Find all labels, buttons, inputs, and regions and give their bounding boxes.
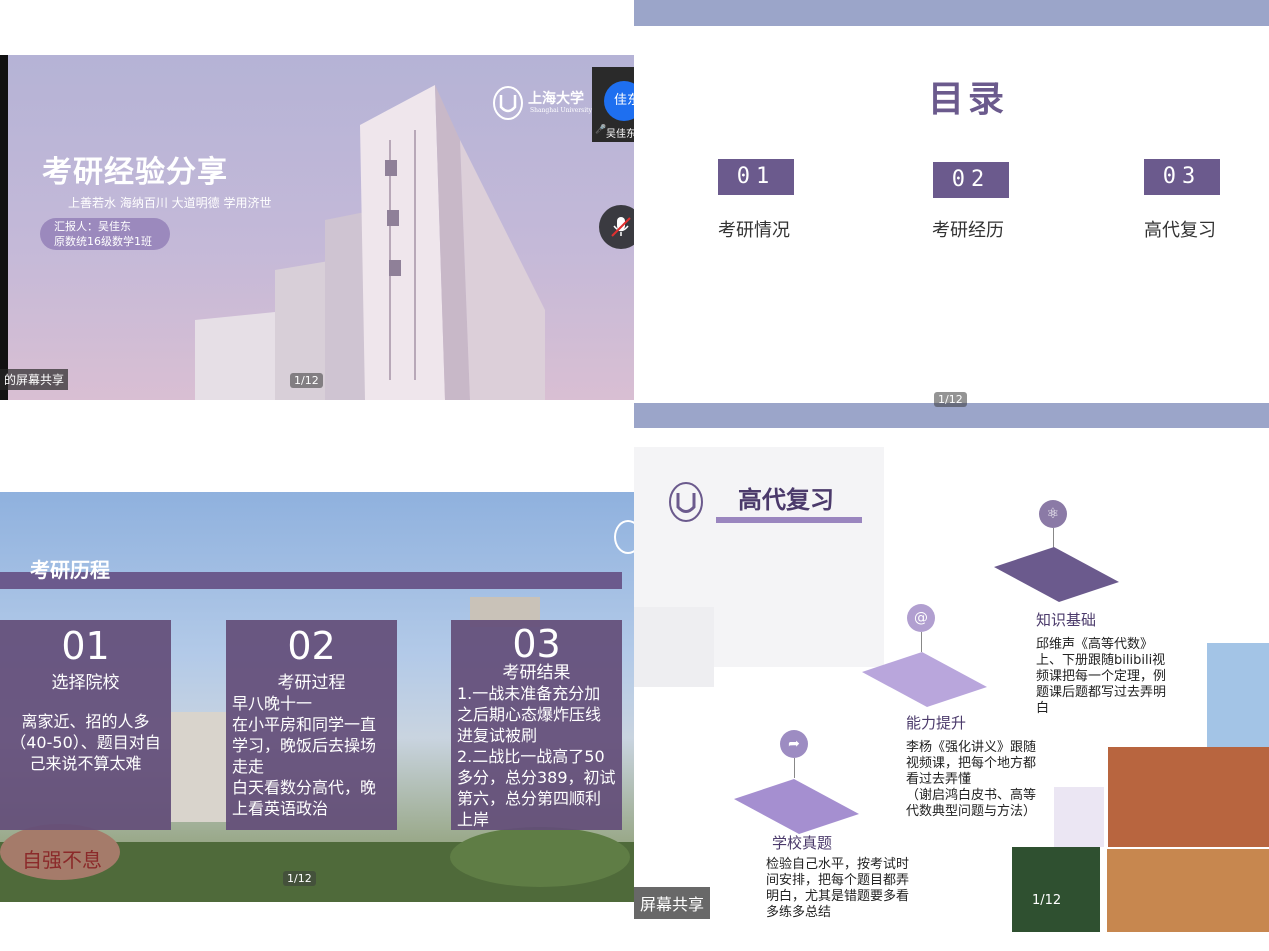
- school-motto: 上善若水 海纳百川 大道明德 学用济世: [68, 196, 272, 210]
- rock-inscription: 自强不息: [22, 848, 102, 872]
- library-building-image: [195, 85, 545, 400]
- toc-number-1: 01: [718, 159, 794, 195]
- slide-title: 考研历程: [30, 558, 110, 582]
- mic-icon: 🎤: [595, 125, 607, 135]
- card-heading: 考研过程: [277, 673, 346, 693]
- slide-review-panel: 高代复习 ⚛ 知识基础 邱维声《高等代数》上、下册跟随bilibili视频课把每…: [634, 447, 1269, 932]
- mic-muted-icon: [611, 217, 631, 237]
- background-tile: [634, 607, 714, 687]
- logo-en-text: Shanghai University: [530, 107, 592, 114]
- slide-contents-panel: 目录 01 考研情况 02 考研经历 03 高代复习 1/12: [634, 0, 1269, 428]
- campus-photo: [1108, 747, 1269, 847]
- card-heading: 选择院校: [51, 673, 120, 693]
- page-indicator: 1/12: [934, 392, 967, 407]
- university-emblem-icon: [669, 482, 703, 522]
- mute-button[interactable]: [599, 205, 634, 249]
- card-number: 02: [287, 624, 336, 668]
- process-card-2: 02 考研过程 早八晚十一 在小平房和同学一直学习，晚饭后去操场走走 白天看数分…: [226, 620, 397, 830]
- screen-share-label: 屏幕共享: [634, 887, 711, 919]
- background-tile: [1054, 787, 1104, 847]
- card-heading: 考研结果: [502, 663, 571, 683]
- stage-desc-3: 邱维声《高等代数》上、下册跟随bilibili视频课把每一个定理，例题课后题都写…: [1036, 637, 1167, 716]
- stage-platform: [862, 652, 987, 707]
- slide-title: 高代复习: [738, 486, 834, 514]
- campus-photo: [1107, 849, 1269, 932]
- university-emblem-icon: [614, 520, 634, 554]
- university-emblem-icon: [493, 86, 523, 120]
- stage-platform: [734, 779, 859, 834]
- participant-tile[interactable]: 佳东 🎤 吴佳东: [592, 67, 634, 142]
- campus-photo: [1012, 847, 1100, 932]
- avatar: 佳东: [604, 81, 634, 121]
- at-icon: @: [907, 604, 935, 632]
- atom-icon: ⚛: [1039, 500, 1067, 528]
- connector-line: [1053, 528, 1054, 548]
- stage-title-1: 学校真题: [772, 834, 833, 852]
- video-border: [0, 55, 8, 400]
- page-indicator: 1/12: [290, 373, 323, 388]
- reporter-name: 汇报人：吴佳东: [54, 220, 131, 233]
- slide-title: 考研经验分享: [42, 155, 228, 190]
- connector-line: [921, 632, 922, 652]
- process-card-1: 01 选择院校 离家近、招的人多（40-50）、题目对自己来说不算太难: [0, 620, 171, 830]
- participant-name: 吴佳东: [606, 129, 634, 140]
- stage-title-2: 能力提升: [906, 714, 967, 732]
- page-indicator: 1/12: [283, 871, 316, 886]
- title-underline: [716, 517, 862, 523]
- logo-cn-text: 上海大学: [528, 91, 584, 107]
- share-icon: ➦: [780, 730, 808, 758]
- slide-title-panel: 考研经验分享 上善若水 海纳百川 大道明德 学用济世 汇报人：吴佳东 原数统16…: [0, 55, 634, 400]
- stage-platform: [994, 547, 1119, 602]
- university-logo: 上海大学 Shanghai University: [492, 85, 592, 125]
- card-body: 早八晚十一 在小平房和同学一直学习，晚饭后去操场走走 白天看数分高代，晚上看英语…: [232, 694, 377, 818]
- screen-share-label: 的屏幕共享: [0, 369, 69, 390]
- toc-number-3: 03: [1144, 159, 1220, 195]
- toc-label-2[interactable]: 考研经历: [932, 216, 1004, 242]
- toc-label-1[interactable]: 考研情况: [718, 216, 790, 242]
- toc-number-2: 02: [933, 162, 1009, 198]
- toc-label-3[interactable]: 高代复习: [1144, 216, 1216, 242]
- card-body: 1.一战未准备充分加之后期心态爆炸压线进复试被刷 2.二战比一战高了50多分，总…: [457, 684, 616, 829]
- card-number: 01: [61, 624, 110, 668]
- stage-title-3: 知识基础: [1036, 611, 1097, 629]
- stage-desc-2: 李杨《强化讲义》跟随视频课，把每个地方都看过去弄懂 （谢启鸿白皮书、高等代数典型…: [906, 740, 1037, 819]
- slide-process-panel: 考研历程 01 选择院校 离家近、招的人多（40-50）、题目对自己来说不算太难…: [0, 492, 634, 902]
- contents-title: 目录: [928, 79, 1009, 120]
- page-indicator: 1/12: [1032, 893, 1062, 908]
- top-band: [634, 0, 1269, 26]
- connector-line: [794, 758, 795, 778]
- process-card-3: 03 考研结果 1.一战未准备充分加之后期心态爆炸压线进复试被刷 2.二战比一战…: [451, 620, 622, 830]
- reporter-badge: 汇报人：吴佳东 原数统16级数学1班: [40, 218, 170, 250]
- reporter-class: 原数统16级数学1班: [54, 235, 152, 248]
- stage-desc-1: 检验自己水平，按考试时间安排，把每个题目都弄明白，尤其是错题要多看多练多总结: [766, 857, 910, 920]
- card-body: 离家近、招的人多（40-50）、题目对自己来说不算太难: [10, 712, 161, 773]
